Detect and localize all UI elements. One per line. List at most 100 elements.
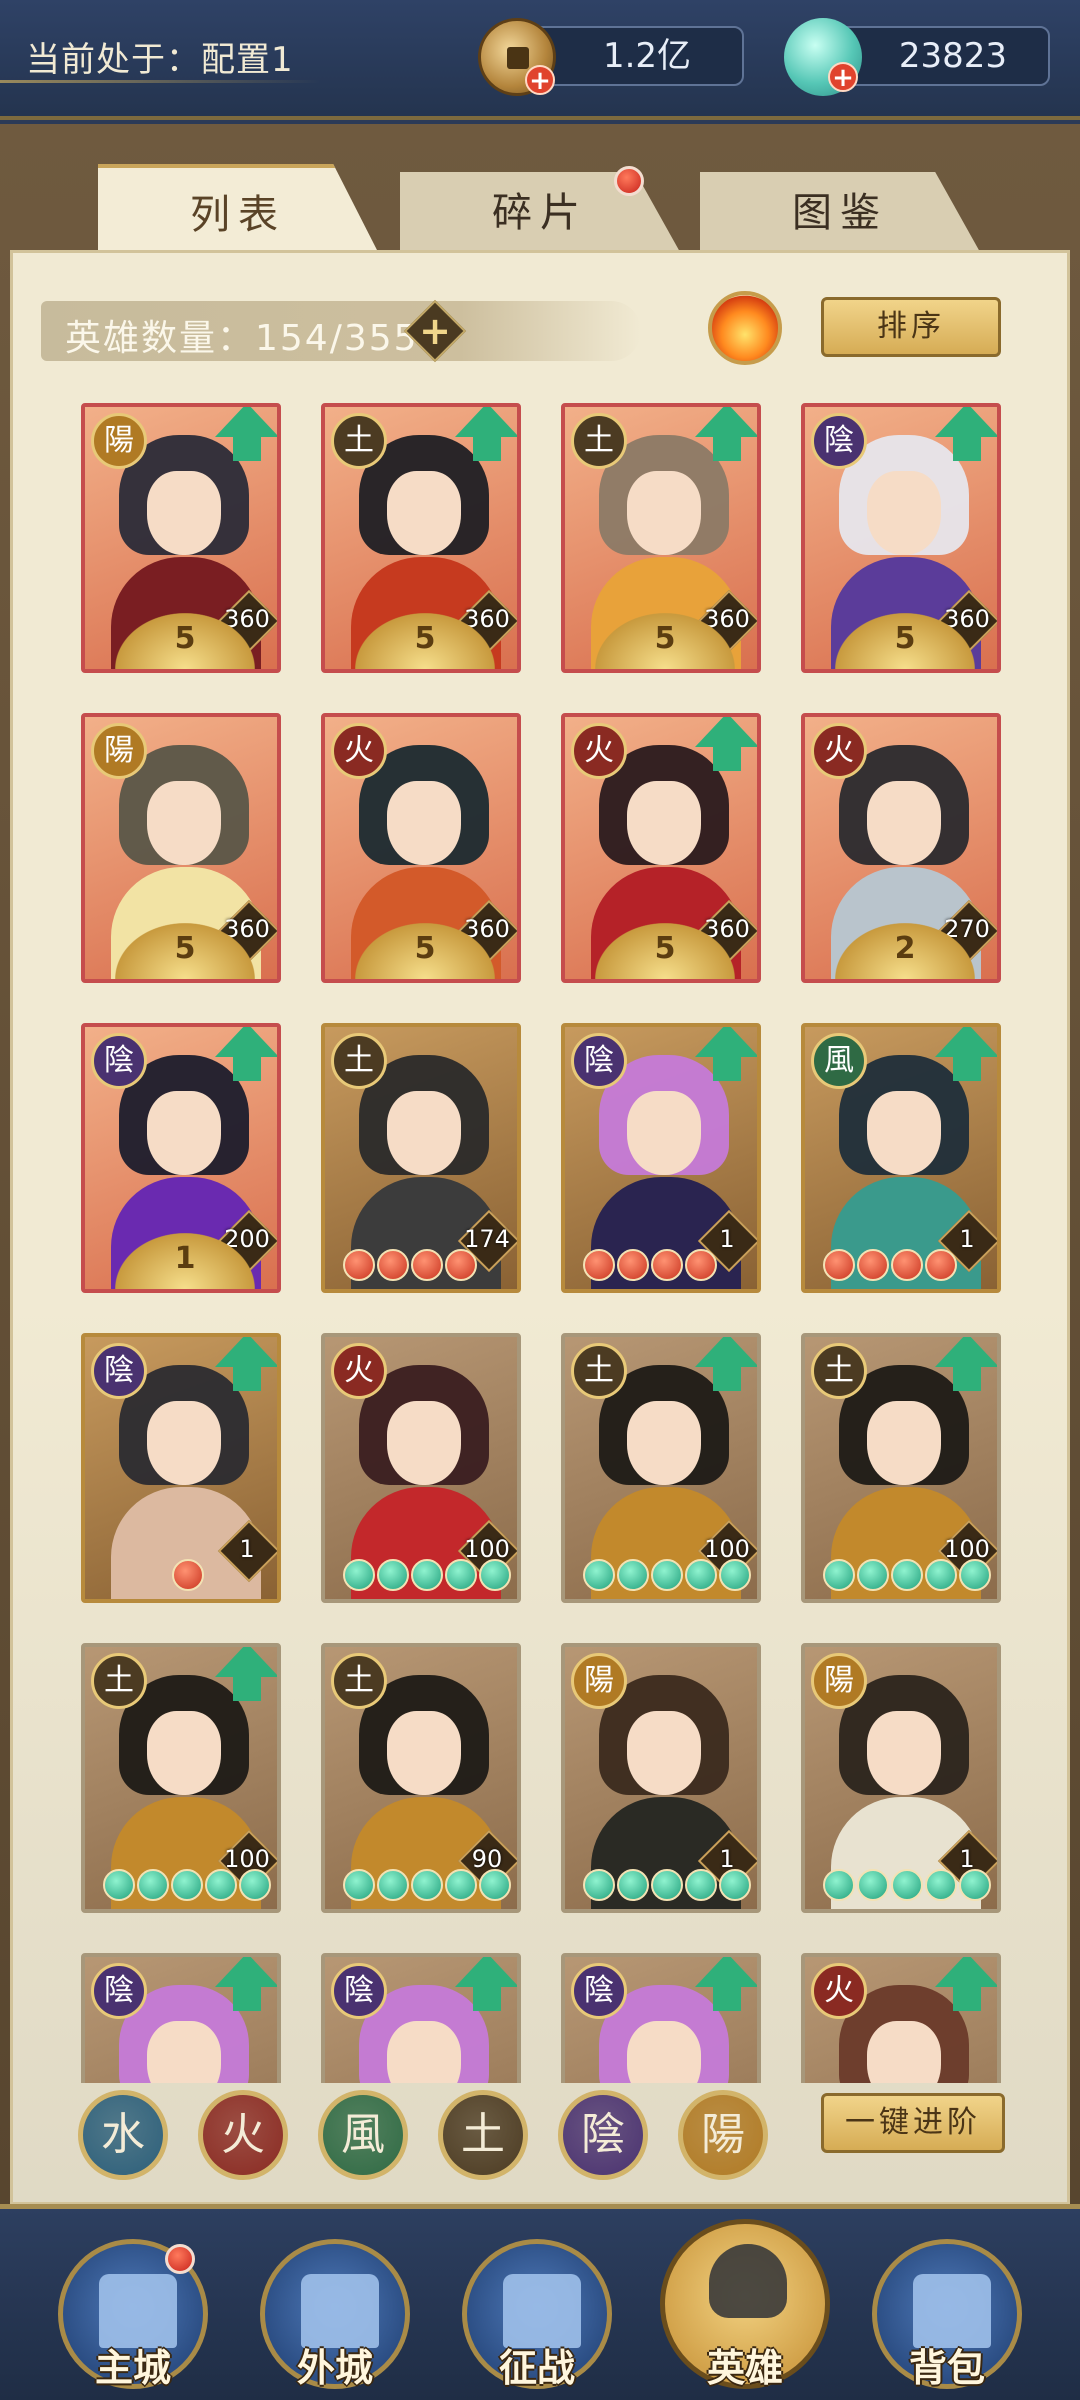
hero-portrait-face <box>387 471 461 555</box>
upgrade-arrow-icon <box>691 1957 757 2013</box>
upgrade-arrow-icon <box>931 1027 997 1083</box>
element-filter-button[interactable]: 陽 <box>678 2090 768 2180</box>
hero-card[interactable]: 火2702 <box>801 713 1001 983</box>
hero-card[interactable]: 土 100 <box>801 1333 1001 1603</box>
hero-portrait-face <box>387 1091 461 1175</box>
hero-card[interactable]: 土 90 <box>321 1643 521 1913</box>
bead-icon <box>685 1249 717 1281</box>
add-gem-icon[interactable]: + <box>828 62 858 92</box>
config-underline <box>0 80 320 83</box>
hero-card[interactable]: 土 174 <box>321 1023 521 1293</box>
element-filter-button[interactable]: 水 <box>78 2090 168 2180</box>
upgrade-arrow-icon <box>691 407 757 463</box>
bead-icon <box>925 1559 957 1591</box>
hero-card[interactable]: 陽3605 <box>81 403 281 673</box>
star-rank: 5 <box>654 621 676 656</box>
bead-icon <box>891 1249 923 1281</box>
bead-icon <box>823 1559 855 1591</box>
hero-portrait-face <box>627 471 701 555</box>
hero-card[interactable]: 火3605 <box>561 713 761 983</box>
element-badge: 陰 <box>811 413 867 469</box>
coin-resource[interactable]: + 1.2亿 <box>478 18 744 96</box>
bead-icon <box>445 1249 477 1281</box>
hero-card[interactable]: 土3605 <box>561 403 761 673</box>
bead-icon <box>343 1249 375 1281</box>
nav-item[interactable]: 背包 <box>872 2239 1022 2390</box>
bead-icon <box>239 1869 271 1901</box>
nav-item-label: 外城 <box>296 2346 373 2390</box>
hero-card[interactable]: 風1 <box>801 1023 1001 1293</box>
nav-item-label: 英雄 <box>706 2346 783 2390</box>
upgrade-arrow-icon <box>931 407 997 463</box>
bead-icon <box>891 1559 923 1591</box>
bead-icon <box>685 1869 717 1901</box>
hero-portrait-face <box>147 2021 221 2083</box>
element-filter-button[interactable]: 風 <box>318 2090 408 2180</box>
star-rank: 5 <box>654 931 676 966</box>
hero-card[interactable]: 陽1 <box>801 1643 1001 1913</box>
hero-card[interactable]: 陰 <box>561 1953 761 2083</box>
nav-notification-dot <box>165 2244 195 2274</box>
hero-card[interactable]: 陰1 <box>561 1023 761 1293</box>
gem-resource[interactable]: + 23823 <box>784 18 1050 96</box>
bead-icon <box>171 1869 203 1901</box>
add-coin-icon[interactable]: + <box>525 65 555 95</box>
element-filter-button[interactable]: 陰 <box>558 2090 648 2180</box>
bead-row <box>823 1559 993 1591</box>
star-rank-base: 5 <box>835 613 975 669</box>
fire-icon[interactable] <box>708 291 782 365</box>
hero-card[interactable]: 土 100 <box>561 1333 761 1603</box>
bead-icon <box>411 1559 443 1591</box>
element-badge: 土 <box>331 1033 387 1089</box>
tab-list[interactable]: 列表 <box>98 164 378 252</box>
bead-icon <box>377 1249 409 1281</box>
hero-card[interactable]: 陰 <box>321 1953 521 2083</box>
plus-icon: + <box>419 309 451 353</box>
hero-card[interactable]: 火 <box>801 1953 1001 2083</box>
bead-icon <box>445 1559 477 1591</box>
element-badge: 陽 <box>571 1653 627 1709</box>
bead-icon <box>857 1249 889 1281</box>
hero-card[interactable]: 土 100 <box>81 1643 281 1913</box>
bead-row <box>823 1869 993 1901</box>
nav-item[interactable]: 外城 <box>260 2239 410 2390</box>
star-rank-base: 1 <box>115 1233 255 1289</box>
bead-row <box>583 1249 753 1281</box>
sort-button[interactable]: 排序 <box>821 297 1001 357</box>
element-badge: 土 <box>331 1653 387 1709</box>
hero-portrait-face <box>147 471 221 555</box>
star-rank: 1 <box>174 1241 196 1276</box>
star-rank: 5 <box>174 621 196 656</box>
nav-item[interactable]: 英雄 <box>660 2219 830 2390</box>
bead-icon <box>891 1869 923 1901</box>
hero-card[interactable]: 土3605 <box>321 403 521 673</box>
hero-card[interactable]: 陰1 <box>81 1333 281 1603</box>
hero-card[interactable]: 陰 <box>81 1953 281 2083</box>
tab-codex[interactable]: 图鉴 <box>700 172 980 252</box>
bottom-navigation: 主城 外城 征战 英雄 背包 <box>0 2204 1080 2400</box>
nav-item[interactable]: 征战 <box>462 2239 612 2390</box>
element-badge: 土 <box>571 413 627 469</box>
bead-row <box>583 1559 753 1591</box>
config-label[interactable]: 当前处于：配置1 <box>26 32 294 81</box>
upgrade-arrow-icon <box>691 1337 757 1393</box>
one-click-advance-button[interactable]: 一键进阶 <box>821 2093 1005 2153</box>
bead-icon <box>651 1249 683 1281</box>
hero-card[interactable]: 陽3605 <box>81 713 281 983</box>
element-filter-button[interactable]: 土 <box>438 2090 528 2180</box>
element-filter-button[interactable]: 火 <box>198 2090 288 2180</box>
upgrade-arrow-icon <box>931 1337 997 1393</box>
hero-card[interactable]: 火3605 <box>321 713 521 983</box>
element-badge: 火 <box>571 723 627 779</box>
hero-card[interactable]: 陽1 <box>561 1643 761 1913</box>
nav-item[interactable]: 主城 <box>58 2239 208 2390</box>
bead-row <box>343 1559 513 1591</box>
element-badge: 土 <box>331 413 387 469</box>
bead-icon <box>583 1249 615 1281</box>
bead-icon <box>172 1559 204 1591</box>
element-badge: 陽 <box>811 1653 867 1709</box>
hero-card[interactable]: 陰3605 <box>801 403 1001 673</box>
hero-card[interactable]: 火 100 <box>321 1333 521 1603</box>
hero-portrait-face <box>867 471 941 555</box>
hero-card[interactable]: 陰2001 <box>81 1023 281 1293</box>
